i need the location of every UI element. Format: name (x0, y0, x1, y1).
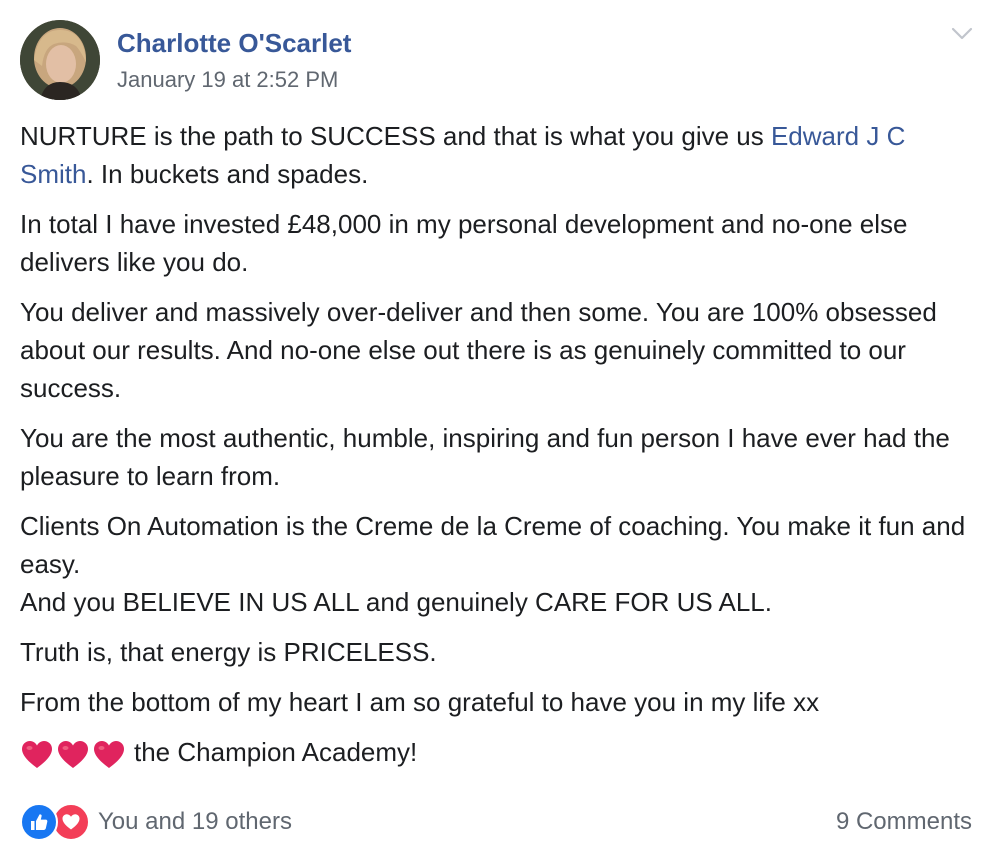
post-paragraph-3: You deliver and massively over-deliver a… (20, 297, 937, 403)
post-paragraph-5: Clients On Automation is the Creme de la… (20, 507, 982, 621)
reaction-count-text: You and 19 others (98, 808, 292, 835)
post-paragraph-1: NURTURE is the path to SUCCESS and that … (20, 117, 982, 193)
hearts-emoji-group (20, 739, 128, 777)
heart-icon (92, 739, 126, 771)
heart-icon (20, 739, 54, 771)
paragraph-text: NURTURE is the path to SUCCESS and that … (20, 121, 771, 151)
paragraph-line: Clients On Automation is the Creme de la… (20, 511, 966, 579)
author-avatar[interactable] (20, 20, 100, 100)
paragraph-line: And you BELIEVE IN US ALL and genuinely … (20, 587, 772, 617)
comments-count-link[interactable]: 9 Comments (836, 808, 972, 836)
post-footer: You and 19 others 9 Comments (20, 802, 972, 844)
facebook-post: Charlotte O'Scarlet January 19 at 2:52 P… (0, 0, 1002, 846)
paragraph-text: . In buckets and spades. (86, 159, 369, 189)
post-body: NURTURE is the path to SUCCESS and that … (20, 117, 982, 789)
post-paragraph-7: From the bottom of my heart I am so grat… (20, 687, 820, 717)
author-name[interactable]: Charlotte O'Scarlet (117, 28, 351, 59)
post-options-chevron-icon[interactable] (948, 22, 976, 46)
post-timestamp[interactable]: January 19 at 2:52 PM (117, 67, 338, 93)
post-paragraph-6: Truth is, that energy is PRICELESS. (20, 637, 437, 667)
post-paragraph-8: the Champion Academy! (20, 733, 982, 777)
post-paragraph-2: In total I have invested £48,000 in my p… (20, 209, 908, 277)
post-paragraph-4: You are the most authentic, humble, insp… (20, 423, 950, 491)
avatar-photo (20, 20, 100, 100)
heart-icon (56, 739, 90, 771)
reactions-summary[interactable]: You and 19 others (20, 802, 292, 842)
paragraph-text: the Champion Academy! (134, 737, 418, 767)
like-icon (20, 803, 58, 841)
